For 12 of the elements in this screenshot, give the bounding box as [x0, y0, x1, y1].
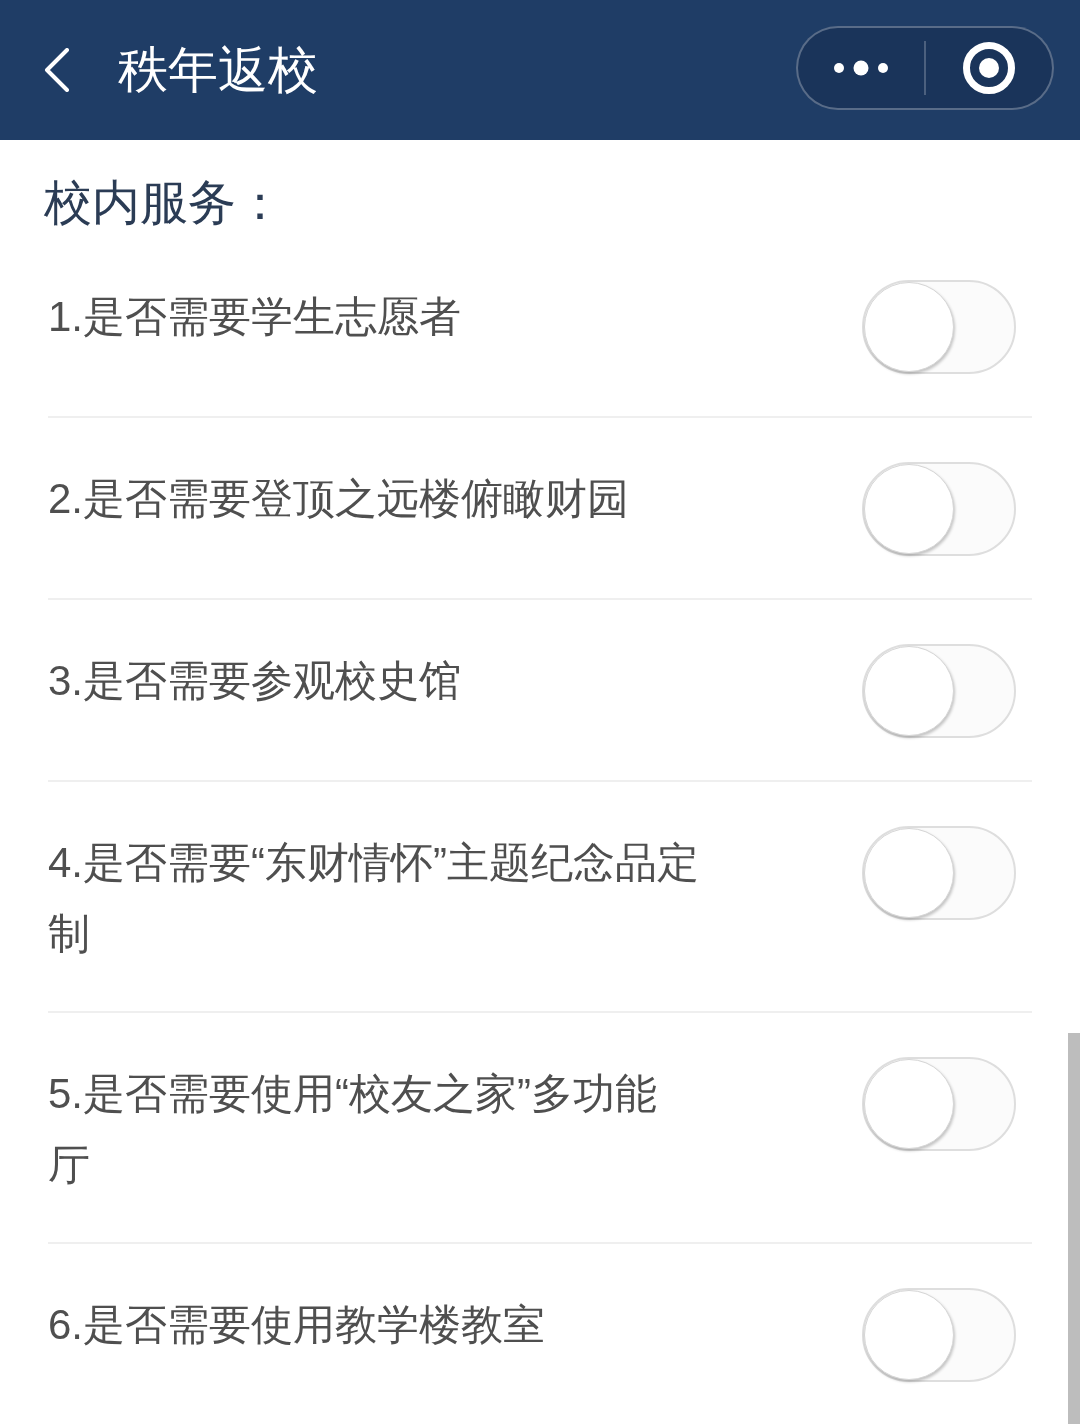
- question-text: 5.是否需要使用“校友之家”多功能厅: [48, 1069, 658, 1190]
- question-text: 3.是否需要参观校史馆: [48, 656, 463, 706]
- more-icon: [834, 60, 888, 76]
- question-text: 4.是否需要“东财情怀”主题纪念品定制: [48, 838, 700, 959]
- scroll-bar[interactable]: [1068, 1033, 1080, 1424]
- page-title: 秩年返校: [118, 41, 319, 100]
- question-text: 2.是否需要登顶之远楼俯瞰财园: [48, 474, 631, 524]
- question-text: 6.是否需要使用教学楼教室: [48, 1300, 547, 1350]
- question-text: 1.是否需要学生志愿者: [48, 292, 463, 342]
- section-heading: 校内服务：: [43, 175, 285, 231]
- ring-dot-icon: [963, 42, 1015, 94]
- chevron-icon: [44, 48, 70, 92]
